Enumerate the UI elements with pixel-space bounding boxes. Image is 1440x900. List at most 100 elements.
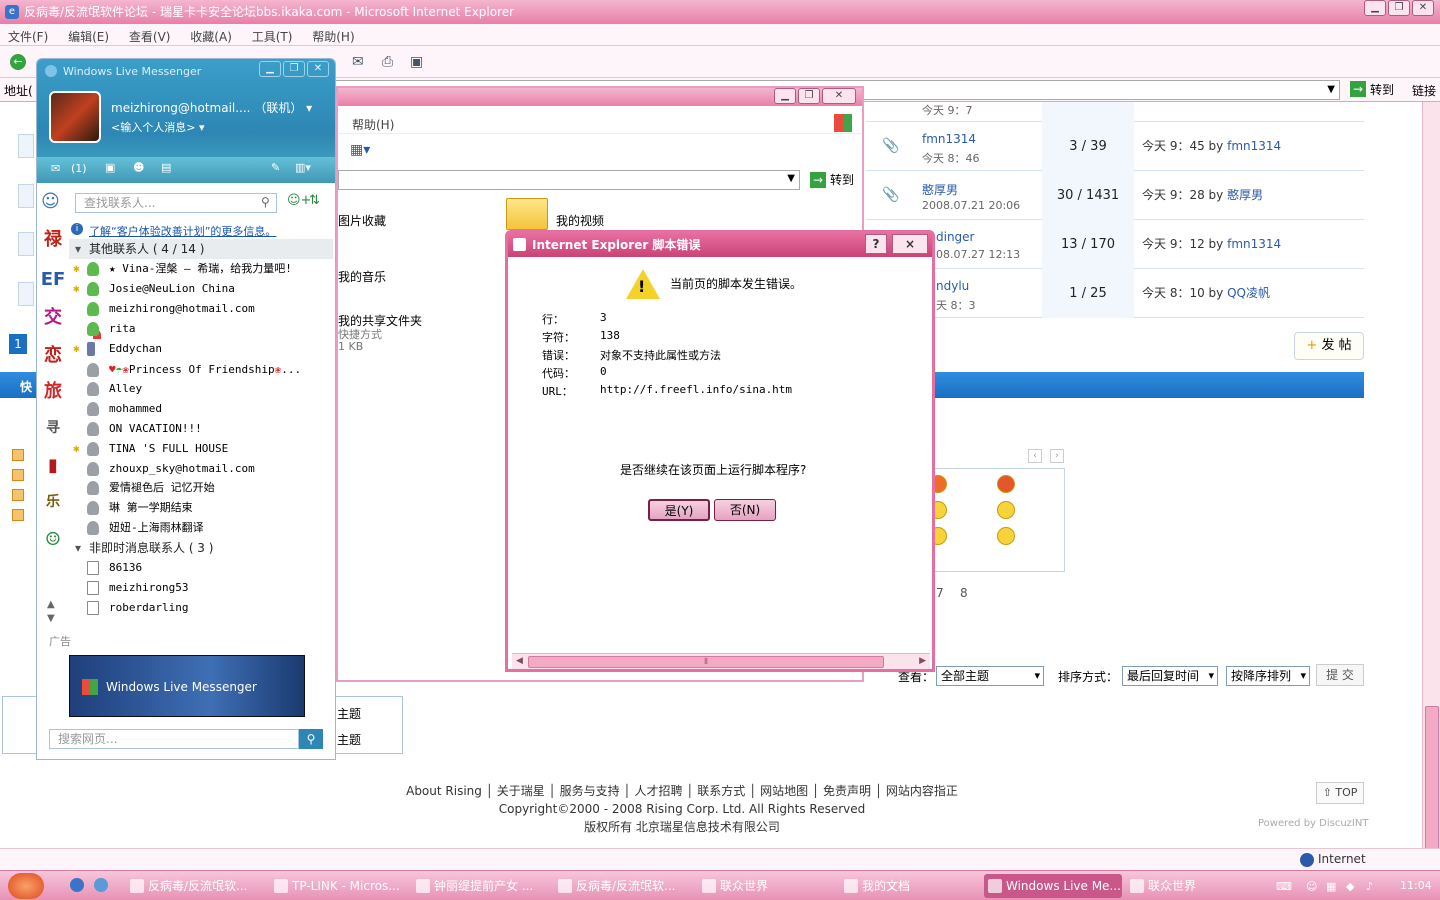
topic-author[interactable]: dinger [936, 230, 975, 244]
edit-icon[interactable]: ▣ [410, 54, 423, 70]
tab-icon[interactable]: 交 [40, 305, 66, 331]
tab-icon[interactable]: 恋 [40, 343, 66, 369]
web-search-input[interactable]: 搜索网页... [49, 729, 299, 749]
group-header[interactable]: 其他联系人 ( 4 / 14 ) [69, 239, 333, 259]
minimize-button[interactable]: ▁ [774, 88, 796, 104]
top-button[interactable]: ⇧ TOP [1316, 782, 1364, 804]
menu-help[interactable]: 帮助(H) [352, 116, 394, 133]
explorer-go-button[interactable]: → 转到 [808, 170, 854, 190]
go-button[interactable]: 转到 [1348, 80, 1394, 100]
smiley-icon[interactable] [997, 501, 1015, 519]
quicklaunch-icon[interactable] [94, 878, 108, 892]
minimize-button[interactable]: ▁ [1364, 0, 1386, 16]
topic-author[interactable]: 憨厚男 [922, 181, 958, 198]
sort-icon[interactable]: ⇅ [309, 193, 320, 208]
search-icon[interactable]: ⚲ [299, 729, 323, 749]
topic-author[interactable]: ndylu [936, 279, 969, 293]
close-button[interactable]: ✕ [307, 61, 329, 77]
close-button[interactable]: ✕ [1412, 0, 1434, 16]
close-button[interactable]: ✕ [822, 88, 856, 104]
smiley-icon[interactable] [997, 475, 1015, 493]
tab-icon[interactable]: 旅 [40, 379, 66, 405]
side-tab[interactable] [18, 282, 34, 306]
minimize-button[interactable]: ▁ [259, 61, 281, 77]
tab-icon[interactable]: EF [40, 267, 66, 293]
scroll-down-icon[interactable]: ▼ [47, 613, 55, 624]
help-button[interactable]: ? [865, 234, 887, 254]
tab-icon[interactable]: 寻 [40, 415, 66, 441]
scroll-up-icon[interactable]: ▲ [47, 599, 55, 610]
back-icon[interactable]: ← [10, 54, 26, 70]
taskbar-item[interactable]: Windows Live Me... [984, 874, 1122, 898]
spaces-icon[interactable]: ▣ [105, 161, 115, 174]
footer-links[interactable]: About Rising │ 关于瑞星 │ 服务与支持 │ 人才招聘 │ 联系方… [0, 782, 1364, 800]
contact-search-input[interactable]: 查找联系人... [75, 193, 277, 213]
page-link[interactable]: 7 [936, 586, 944, 600]
view-select[interactable]: 全部主题 [936, 666, 1044, 686]
folder-music[interactable]: 我的音乐 [338, 268, 386, 285]
phone-icon[interactable]: ▮ [40, 453, 66, 479]
tab-icon[interactable]: 禄 [40, 227, 66, 253]
links-label[interactable]: 链接 [1412, 82, 1436, 99]
views-icon[interactable]: ▦▾ [350, 142, 370, 158]
mail-icon[interactable]: ✉ [352, 54, 364, 70]
side-tab[interactable] [18, 134, 34, 158]
messenger-tray-icon[interactable]: ☺ [1306, 880, 1317, 893]
search-icon[interactable]: ⚲ [261, 195, 270, 209]
taskbar-item[interactable]: 联众世界 [1126, 874, 1264, 898]
topic-type-label[interactable]: 主题 [337, 705, 361, 722]
ad-banner[interactable]: Windows Live Messenger [69, 655, 305, 717]
chevron-down-icon[interactable]: ▼ [1327, 81, 1335, 99]
smiley-icon[interactable] [997, 527, 1015, 545]
volume-icon[interactable]: ♪ [1366, 880, 1373, 893]
keyboard-icon[interactable]: ⌨ [1276, 880, 1292, 893]
scroll-right-icon[interactable]: ▶ [919, 656, 926, 666]
print-icon[interactable]: ⎙ [382, 54, 393, 70]
side-tab[interactable] [18, 184, 34, 208]
horizontal-scrollbar[interactable]: ◀ ⦀ ▶ [512, 653, 930, 669]
topic-type-label[interactable]: 主题 [337, 731, 361, 748]
new-post-button[interactable]: + 发 帖 [1294, 332, 1364, 360]
scroll-thumb[interactable]: ⦀ [528, 656, 884, 668]
taskbar-item[interactable]: 钟丽缇提前产女 ... [412, 874, 550, 898]
restore-button[interactable]: ❐ [798, 88, 820, 104]
antivirus-icon[interactable]: ◆ [1346, 880, 1354, 893]
news-icon[interactable]: ▤ [161, 161, 171, 174]
vertical-scrollbar[interactable] [1422, 102, 1440, 900]
checkbox[interactable] [12, 489, 24, 501]
start-button[interactable] [8, 873, 44, 899]
user-email[interactable]: meizhirong@hotmail.... （联机） ▾ [111, 99, 312, 116]
taskbar-item[interactable]: 我的文档 [840, 874, 978, 898]
mail-icon[interactable]: ✉ [51, 162, 60, 175]
checkbox[interactable] [12, 469, 24, 481]
improve-program-link[interactable]: 了解“客户体验改善计划”的更多信息。 [89, 223, 276, 239]
checkbox[interactable] [12, 509, 24, 521]
taskbar-item[interactable]: 反病毒/反流氓软... [126, 874, 264, 898]
page-link[interactable]: 1 [9, 334, 27, 354]
quicklaunch-ie-icon[interactable] [70, 878, 84, 892]
group-header[interactable]: 非即时消息联系人 ( 3 ) [69, 538, 333, 558]
taskbar-item[interactable]: 联众世界 [698, 874, 836, 898]
side-tab[interactable] [18, 232, 34, 256]
yes-button[interactable]: 是(Y) [648, 499, 710, 521]
explorer-address-input[interactable]: ▼ [338, 170, 800, 190]
network-icon[interactable]: ▦ [1326, 880, 1336, 893]
next-icon[interactable]: › [1050, 449, 1064, 463]
contacts-icon[interactable]: ☻ [133, 161, 144, 174]
close-button[interactable]: × [892, 234, 928, 254]
no-button[interactable]: 否(N) [714, 499, 776, 521]
avatar[interactable] [49, 91, 101, 143]
customize-icon[interactable]: ✎ [271, 161, 280, 174]
checkbox[interactable] [12, 449, 24, 461]
restore-button[interactable]: ❐ [283, 61, 305, 77]
page-link[interactable]: 8 [960, 586, 968, 600]
folder-videos[interactable]: 我的视频 [556, 212, 604, 229]
order-select[interactable]: 按降序排列 [1226, 666, 1310, 686]
submit-button[interactable]: 提 交 [1316, 664, 1364, 686]
folder-pictures[interactable]: 图片收藏 [338, 212, 386, 229]
tab-icon[interactable]: 乐 [40, 489, 66, 515]
chevron-down-icon[interactable]: ▼ [787, 173, 795, 184]
scroll-left-icon[interactable]: ◀ [516, 656, 523, 666]
add-contact-icon[interactable]: ☺ [41, 191, 60, 212]
topic-author[interactable]: fmn1314 [922, 132, 976, 146]
